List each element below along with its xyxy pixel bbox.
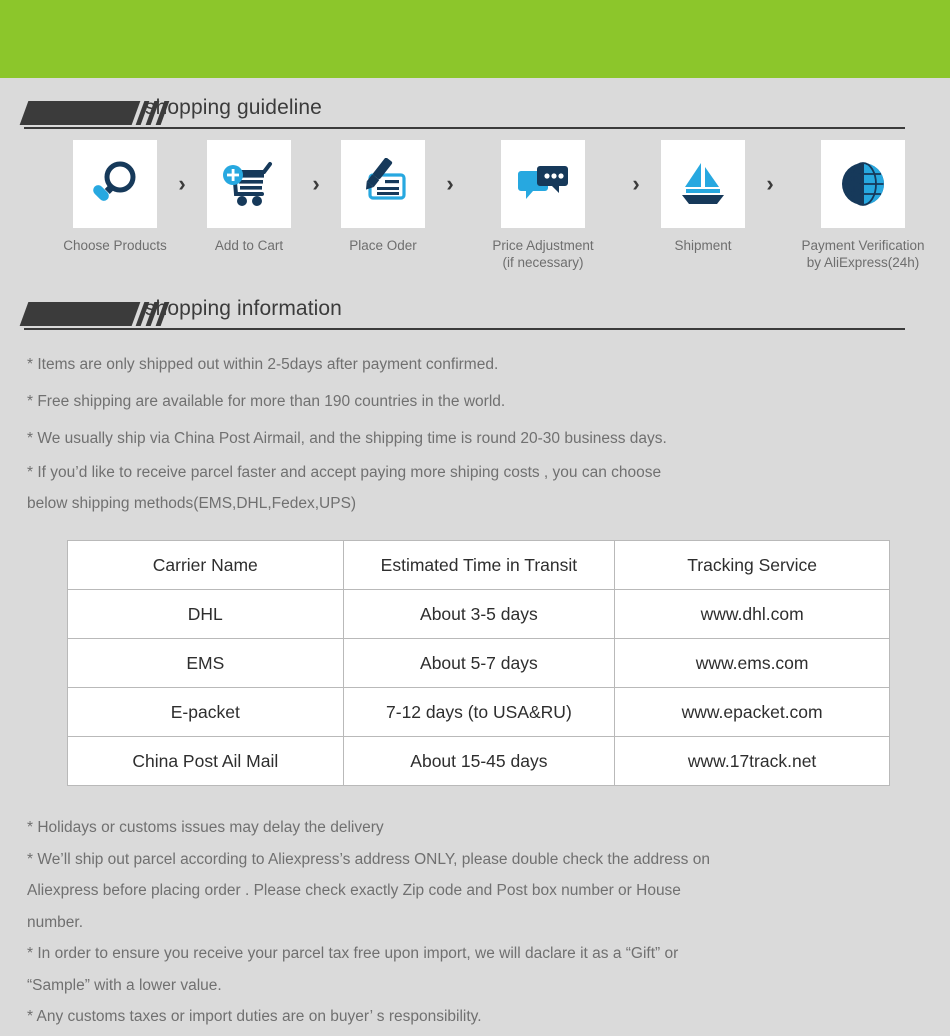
dollar-globe-icon: $ [842, 162, 884, 206]
step-shipment: Shipment [654, 140, 752, 254]
magnifier-icon [93, 161, 136, 201]
step-icon-box: $ [821, 140, 905, 228]
shipping-notes-bottom: * Holidays or customs issues may delay t… [27, 812, 927, 1033]
step-separator-chevron-icon: › [312, 171, 320, 196]
step-label: Shipment [674, 238, 732, 253]
table-header-cell: Estimated Time in Transit [342, 540, 616, 590]
step-icon-box [341, 140, 425, 228]
step-separator-chevron-icon: › [178, 171, 186, 196]
add-to-cart-icon [223, 162, 272, 206]
table-cell-carrier: DHL [67, 589, 344, 639]
table-cell-carrier: EMS [67, 638, 344, 688]
shopping-steps-row: Choose Products › Add to Cart › Place Od… [0, 140, 950, 271]
step-choose-products: Choose Products [63, 140, 167, 254]
table-row: EMS About 5-7 days www.ems.com [67, 638, 890, 688]
note-line: * Any customs taxes or import duties are… [27, 1008, 482, 1025]
step-add-to-cart: Add to Cart [200, 140, 298, 254]
page-root: shopping guideline Choose Products › Add… [0, 0, 950, 1036]
step-icon-box [661, 140, 745, 228]
chat-bubbles-icon [518, 166, 568, 199]
step-icon-box [501, 140, 585, 228]
note-line: * Free shipping are available for more t… [27, 393, 506, 410]
table-cell-tracking: www.epacket.com [614, 687, 890, 737]
table-cell-transit: 7-12 days (to USA&RU) [342, 687, 616, 737]
table-header-row: Carrier Name Estimated Time in Transit T… [67, 540, 890, 590]
step-icon-box [207, 140, 291, 228]
svg-text:$: $ [845, 166, 864, 204]
heading-underline [24, 328, 905, 330]
heading-badge-shape [19, 302, 141, 326]
table-row: E-packet 7-12 days (to USA&RU) www.epack… [67, 687, 890, 737]
step-payment-verification: $ Payment Verification by AliExpress(24h… [788, 140, 938, 271]
note-line: * Holidays or customs issues may delay t… [27, 819, 384, 836]
note-line: * We’ll ship out parcel according to Ali… [27, 850, 710, 931]
step-separator-chevron-icon: › [766, 171, 774, 196]
sailboat-icon [682, 163, 724, 204]
table-cell-tracking: www.17track.net [614, 736, 890, 786]
section-title: shopping information [145, 297, 342, 320]
table-cell-transit: About 3-5 days [342, 589, 616, 639]
step-label: Payment Verification by AliExpress(24h) [801, 238, 925, 270]
note-line: * We usually ship via China Post Airmail… [27, 430, 667, 447]
step-label: Price Adjustment (if necessary) [492, 238, 594, 270]
table-cell-tracking: www.dhl.com [614, 589, 890, 639]
table-cell-tracking: www.ems.com [614, 638, 890, 688]
section-title: shopping guideline [145, 96, 322, 119]
top-green-banner [0, 0, 950, 78]
note-line: * If you’d like to receive parcel faster… [27, 464, 662, 512]
step-price-adjustment: Price Adjustment (if necessary) [468, 140, 618, 271]
table-cell-transit: About 15-45 days [342, 736, 616, 786]
step-label: Place Oder [349, 238, 417, 253]
table-cell-carrier: China Post Ail Mail [67, 736, 344, 786]
heading-badge-shape [19, 101, 141, 125]
step-separator-chevron-icon: › [632, 171, 640, 196]
note-line: * In order to ensure you receive your pa… [27, 945, 679, 994]
table-cell-carrier: E-packet [67, 687, 344, 737]
step-label: Add to Cart [214, 238, 284, 253]
table-row: China Post Ail Mail About 15-45 days www… [67, 736, 890, 786]
shopping-guideline-heading: shopping guideline [0, 96, 950, 134]
note-line: * Items are only shipped out within 2-5d… [27, 356, 499, 373]
step-place-order: Place Oder [334, 140, 432, 254]
step-icon-box [73, 140, 157, 228]
carrier-table: Carrier Name Estimated Time in Transit T… [67, 540, 890, 786]
heading-underline [24, 127, 905, 129]
pen-form-icon [365, 158, 406, 200]
table-header-cell: Carrier Name [67, 540, 344, 590]
table-header-cell: Tracking Service [614, 540, 890, 590]
shopping-information-heading: shopping information [0, 297, 950, 335]
shipping-notes-top: * Items are only shipped out within 2-5d… [27, 346, 917, 519]
step-label: Choose Products [63, 238, 167, 253]
step-separator-chevron-icon: › [446, 171, 454, 196]
table-row: DHL About 3-5 days www.dhl.com [67, 589, 890, 639]
table-cell-transit: About 5-7 days [342, 638, 616, 688]
